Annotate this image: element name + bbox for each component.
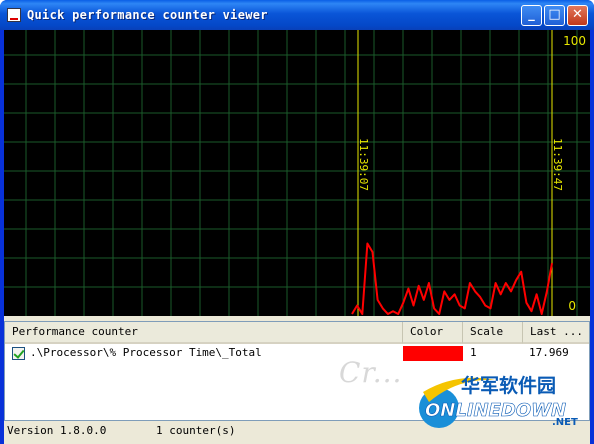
watermark-text: Cr... xyxy=(339,356,403,389)
app-window: Quick performance counter viewer _ □ ✕ 1… xyxy=(0,0,594,444)
logo-tld-text: .NET xyxy=(552,417,578,428)
column-header-color[interactable]: Color xyxy=(403,322,463,344)
counter-path: .\Processor\% Processor Time\_Total xyxy=(30,346,262,359)
series-line-processor-time xyxy=(351,242,553,315)
window-title: Quick performance counter viewer xyxy=(27,8,268,22)
graph-canvas: 11:39:07 11:39:47 100 0 xyxy=(4,30,590,316)
counter-enabled-checkbox[interactable] xyxy=(12,347,25,360)
logo-en-text: ONLINEDOWN xyxy=(425,400,566,421)
counter-last-value: 17.969 xyxy=(529,346,569,359)
time-marker-label: 11:39:07 xyxy=(357,138,370,191)
maximize-button[interactable]: □ xyxy=(544,5,565,26)
scale-max-label: 100 xyxy=(563,34,586,48)
logo-cn-text: 华军软件园 xyxy=(461,374,556,397)
minimize-button[interactable]: _ xyxy=(521,5,542,26)
close-button[interactable]: ✕ xyxy=(567,5,588,26)
column-header-last[interactable]: Last ... xyxy=(523,322,589,344)
counter-row[interactable]: .\Processor\% Processor Time\_Total 1 17… xyxy=(5,344,589,362)
onlinedown-logo: 华军软件园 ONLINEDOWN .NET xyxy=(419,374,578,428)
version-label: Version 1.8.0.0 xyxy=(7,424,107,437)
performance-graph: 11:39:07 11:39:47 100 0 xyxy=(4,30,590,316)
column-header-scale[interactable]: Scale xyxy=(463,322,523,344)
app-icon[interactable] xyxy=(7,8,21,22)
counter-scale: 1 xyxy=(470,346,477,359)
counter-count-label: 1 counter(s) xyxy=(156,424,236,437)
time-marker-label: 11:39:47 xyxy=(551,138,564,191)
column-header-counter[interactable]: Performance counter xyxy=(5,322,403,344)
scale-min-label: 0 xyxy=(568,299,576,313)
counter-color-swatch[interactable] xyxy=(403,346,463,361)
title-bar[interactable]: Quick performance counter viewer _ □ ✕ xyxy=(0,0,594,30)
